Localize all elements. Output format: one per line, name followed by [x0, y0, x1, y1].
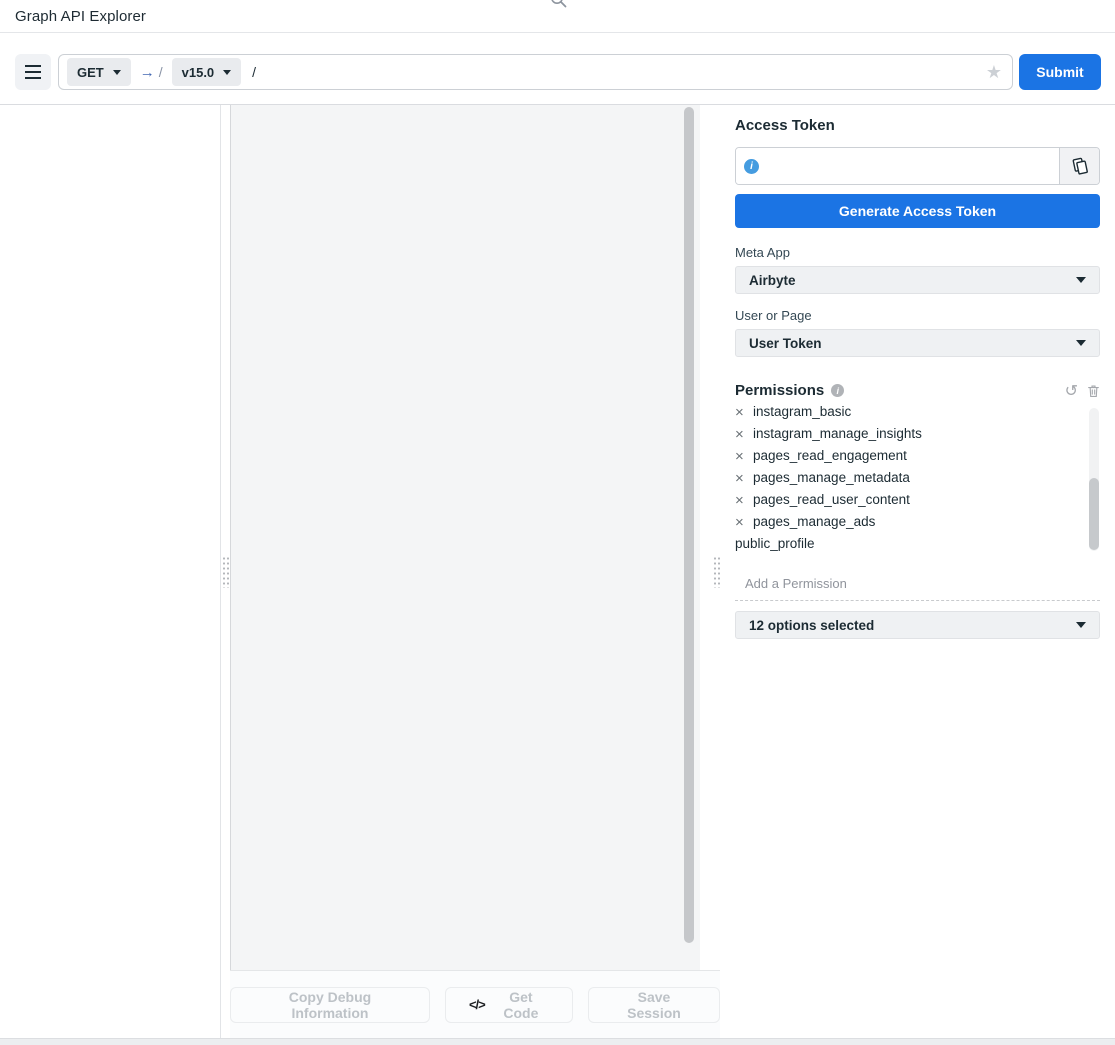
copy-icon	[1070, 156, 1090, 176]
get-code-button[interactable]: </> Get Code	[445, 987, 573, 1023]
info-icon: i	[831, 384, 844, 397]
remove-permission-icon[interactable]: ×	[735, 427, 748, 442]
remove-permission-icon[interactable]: ×	[735, 515, 748, 530]
code-icon: </>	[469, 997, 485, 1012]
trash-icon[interactable]	[1087, 384, 1100, 398]
graph-api-explorer-page: Graph API Explorer GET → / v15.0 / ★ Sub…	[0, 0, 1115, 1045]
meta-app-select[interactable]: Airbyte	[735, 266, 1100, 294]
search-icon[interactable]	[549, 0, 567, 8]
copy-token-button[interactable]	[1059, 148, 1099, 184]
response-column: Copy Debug Information </> Get Code Save…	[230, 105, 720, 1038]
chevron-down-icon	[113, 70, 121, 75]
submit-button[interactable]: Submit	[1019, 54, 1101, 90]
star-icon[interactable]: ★	[986, 63, 1004, 81]
permission-item: × pages_read_user_content	[735, 489, 1076, 511]
arrow-right-icon: →	[140, 64, 155, 81]
add-permission-input[interactable]	[735, 570, 1100, 601]
user-or-page-label: User or Page	[735, 308, 1100, 323]
meta-app-value: Airbyte	[749, 273, 796, 288]
chevron-down-icon	[1076, 622, 1086, 628]
path-root-slash: /	[252, 64, 256, 80]
user-or-page-value: User Token	[749, 336, 822, 351]
path-slash: /	[159, 64, 163, 80]
permission-item: × pages_manage_metadata	[735, 467, 1076, 489]
permission-item: × pages_read_engagement	[735, 445, 1076, 467]
permissions-list: × instagram_basic × instagram_manage_ins…	[735, 406, 1100, 557]
response-scrollbar[interactable]	[684, 107, 694, 943]
chevron-down-icon	[1076, 340, 1086, 346]
chevron-down-icon	[223, 70, 231, 75]
token-input-wrap: i	[736, 148, 1059, 184]
permission-item: × pages_manage_ads	[735, 511, 1076, 533]
query-fields-pane	[0, 105, 221, 1038]
permission-item: public_profile	[735, 533, 1076, 555]
access-token-row: i	[735, 147, 1100, 185]
request-url-bar: GET → / v15.0 / ★	[58, 54, 1013, 90]
hamburger-icon	[25, 65, 41, 67]
page-title: Graph API Explorer	[15, 8, 146, 25]
undo-icon[interactable]: ↺	[1065, 383, 1078, 399]
path-input[interactable]	[265, 57, 977, 87]
user-or-page-select[interactable]: User Token	[735, 329, 1100, 357]
app-header: Graph API Explorer	[0, 0, 1115, 33]
access-token-heading: Access Token	[735, 117, 1100, 134]
chevron-down-icon	[1076, 277, 1086, 283]
menu-button[interactable]	[15, 54, 51, 90]
save-session-button[interactable]: Save Session	[588, 987, 720, 1023]
meta-app-label: Meta App	[735, 245, 1100, 260]
permissions-scrollbar-thumb[interactable]	[1089, 478, 1099, 550]
access-token-pane: Access Token i Generate Access Token	[720, 105, 1115, 1038]
right-resize-handle[interactable]	[713, 556, 720, 588]
permission-item: × instagram_basic	[735, 406, 1076, 423]
bottom-edge	[0, 1038, 1115, 1045]
session-footer: Copy Debug Information </> Get Code Save…	[230, 970, 720, 1038]
left-resize-handle[interactable]	[222, 556, 229, 588]
access-token-input[interactable]	[767, 159, 1051, 174]
remove-permission-icon[interactable]: ×	[735, 406, 748, 420]
method-dropdown[interactable]: GET	[67, 58, 131, 86]
request-toolbar: GET → / v15.0 / ★ Submit	[0, 34, 1115, 105]
remove-permission-icon[interactable]: ×	[735, 471, 748, 486]
generate-access-token-button[interactable]: Generate Access Token	[735, 194, 1100, 228]
method-label: GET	[77, 65, 104, 80]
remove-permission-icon[interactable]: ×	[735, 449, 748, 464]
main-area: Copy Debug Information </> Get Code Save…	[0, 105, 1115, 1038]
permission-item: × instagram_manage_insights	[735, 423, 1076, 445]
info-icon[interactable]: i	[744, 159, 759, 174]
remove-permission-icon[interactable]: ×	[735, 493, 748, 508]
permissions-header: Permissions i ↺	[735, 382, 1100, 399]
permission-options-select[interactable]: 12 options selected	[735, 611, 1100, 639]
response-pane	[230, 105, 700, 970]
options-selected-count: 12 options selected	[749, 618, 874, 633]
copy-debug-button[interactable]: Copy Debug Information	[230, 987, 430, 1023]
permissions-heading: Permissions	[735, 382, 824, 399]
version-label: v15.0	[182, 65, 215, 80]
version-dropdown[interactable]: v15.0	[172, 58, 242, 86]
